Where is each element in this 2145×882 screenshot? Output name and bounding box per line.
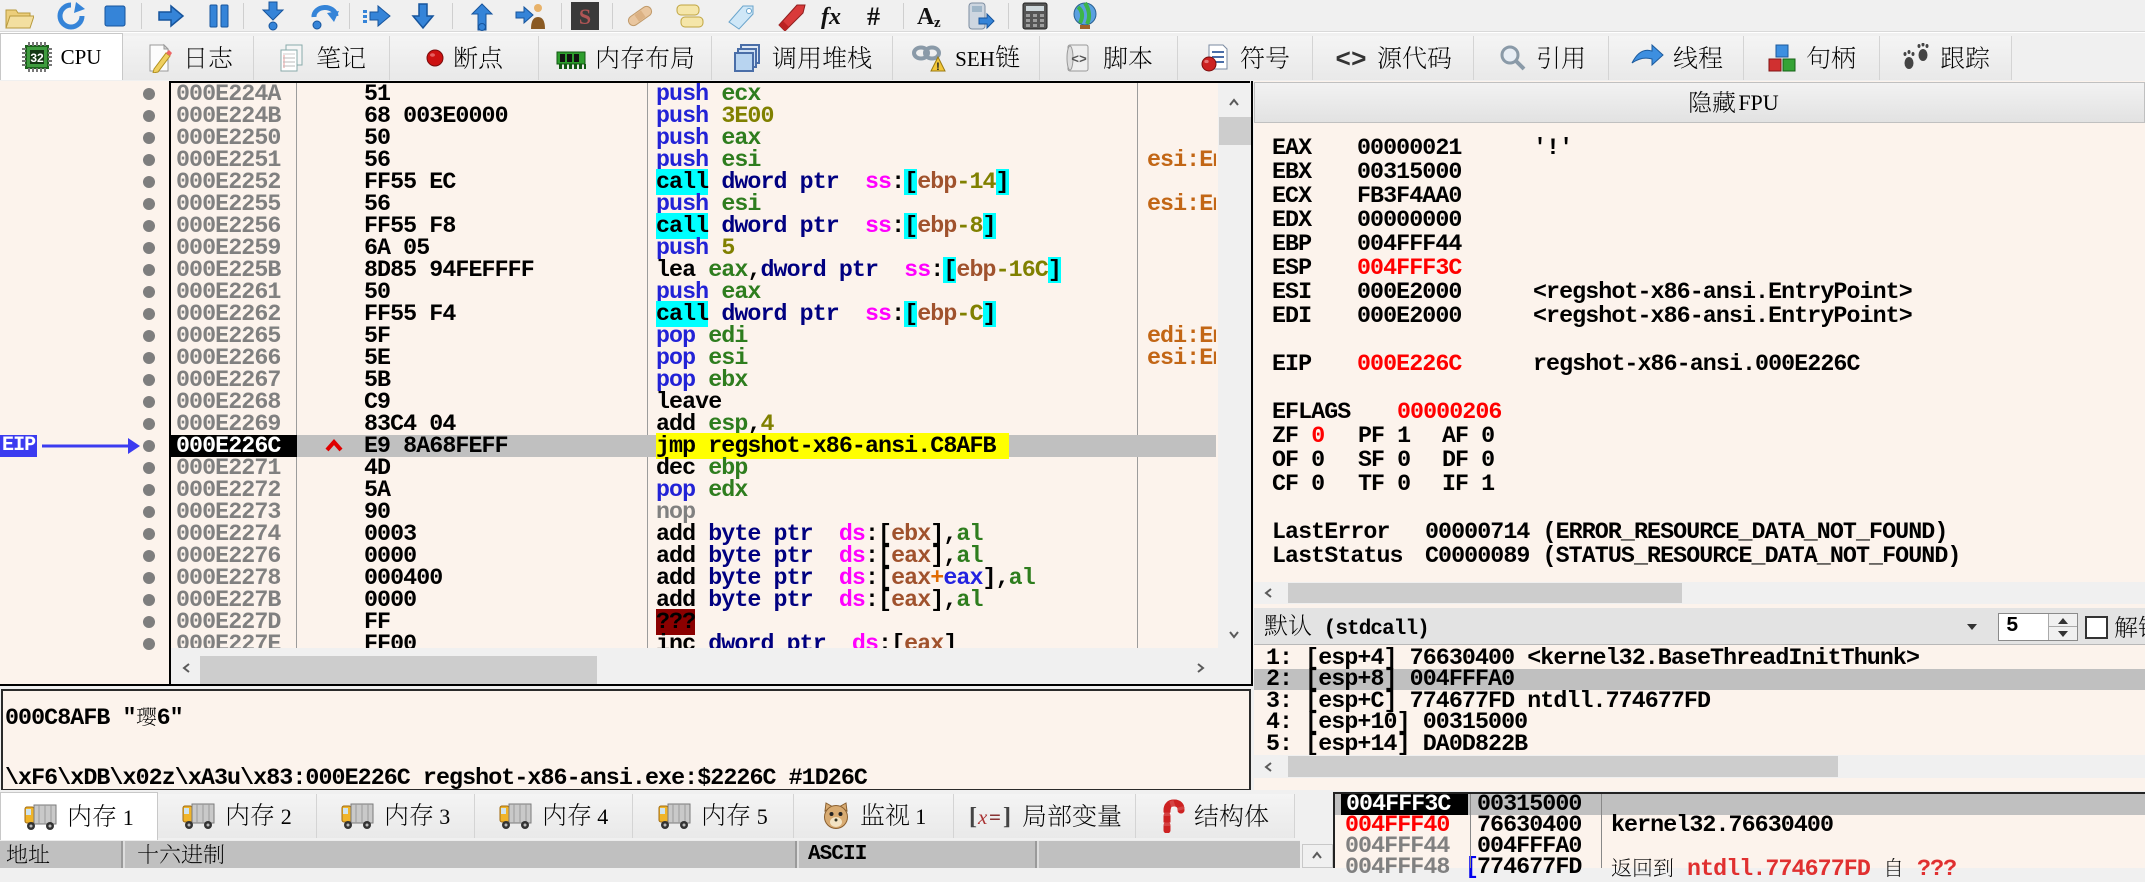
svg-text:z: z <box>934 15 941 31</box>
svg-text:32: 32 <box>30 51 44 65</box>
svg-text:x: x <box>977 805 988 829</box>
svg-text:]: ] <box>1003 804 1011 829</box>
svg-text:=: = <box>989 805 1001 829</box>
svg-text:<>: <> <box>1335 45 1366 73</box>
svg-text:[: [ <box>969 804 977 829</box>
svg-text:#: # <box>867 2 880 31</box>
svg-text:S: S <box>579 4 591 29</box>
svg-text:fx: fx <box>821 4 841 30</box>
svg-text:A: A <box>917 4 935 30</box>
svg-text:<>: <> <box>1071 52 1087 67</box>
svg-text:!: ! <box>936 61 940 73</box>
